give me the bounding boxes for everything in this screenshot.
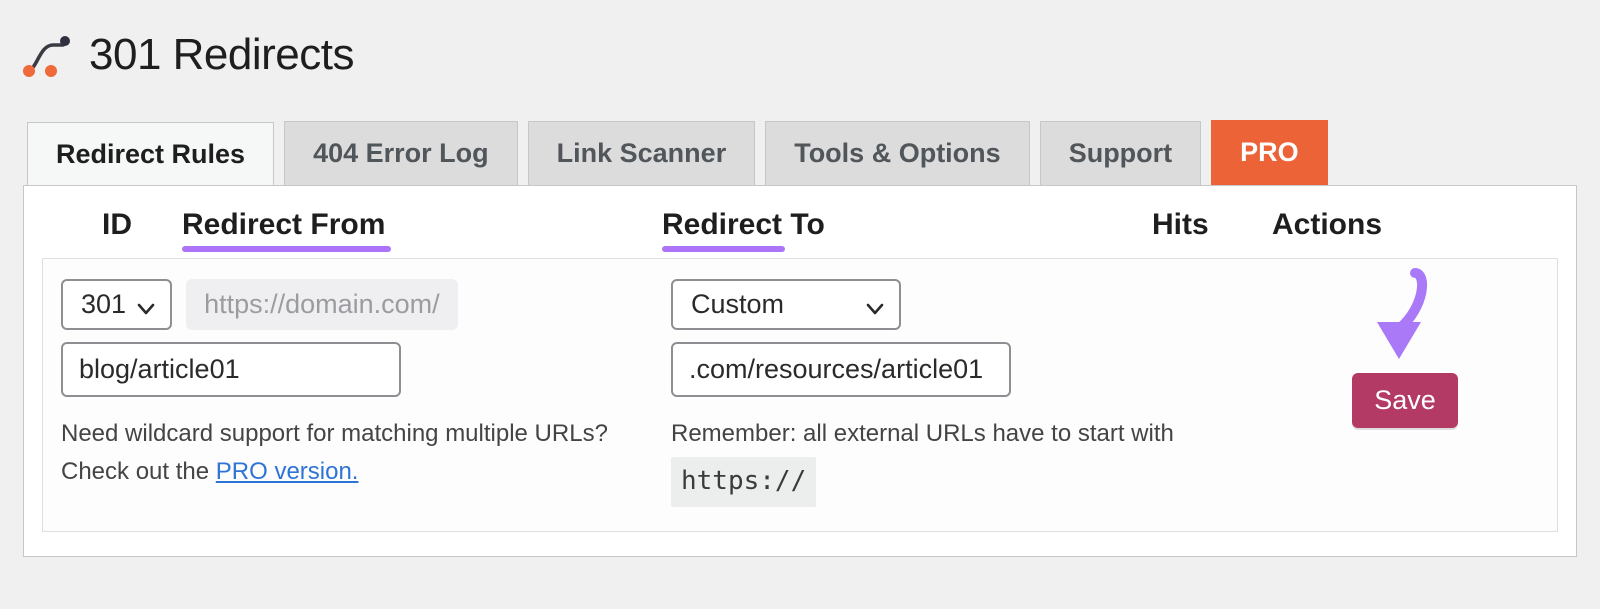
actions-cell: Save [1271, 279, 1539, 507]
highlight-underline [662, 246, 785, 252]
status-code-select[interactable]: 301 [61, 279, 172, 330]
page-title: 301 Redirects [89, 30, 354, 80]
tab-404-error-log[interactable]: 404 Error Log [284, 121, 518, 185]
col-redirect-from: Redirect From [182, 208, 385, 242]
redirect-from-cell: 301 https://domain.com/ Need wildcard su… [61, 279, 671, 507]
tab-pro[interactable]: PRO [1211, 120, 1328, 185]
status-code-value: 301 [81, 289, 126, 320]
col-redirect-to-label: Redirect To [662, 208, 825, 241]
to-line1: Custom [671, 279, 1271, 330]
domain-prefix-display: https://domain.com/ [186, 279, 458, 330]
tabs: Redirect Rules 404 Error Log Link Scanne… [23, 120, 1577, 185]
col-hits: Hits [1152, 208, 1209, 242]
save-button[interactable]: Save [1352, 373, 1458, 428]
chevron-down-icon [865, 295, 885, 315]
col-redirect-from-label: Redirect From [182, 208, 385, 241]
redirects-logo-icon [23, 31, 71, 79]
redirect-to-cell: Custom Remember: all external URLs have … [671, 279, 1271, 507]
tab-redirect-rules[interactable]: Redirect Rules [27, 122, 274, 186]
page-header: 301 Redirects [23, 20, 1577, 120]
col-id: ID [102, 208, 132, 242]
pro-version-link[interactable]: PRO version. [216, 458, 359, 485]
from-help-line2-prefix: Check out the [61, 458, 216, 485]
redirect-from-input[interactable] [61, 342, 401, 397]
to-help-code: https:// [671, 457, 816, 507]
tab-link-scanner[interactable]: Link Scanner [528, 121, 756, 185]
annotation-arrow-icon [1357, 267, 1437, 372]
redirect-to-input[interactable] [671, 342, 1011, 397]
rules-panel: ID Redirect From Redirect To Hits Action… [23, 185, 1577, 557]
col-actions: Actions [1272, 208, 1382, 242]
from-help-text: Need wildcard support for matching multi… [61, 415, 671, 492]
tab-support[interactable]: Support [1040, 121, 1201, 185]
tab-tools-options[interactable]: Tools & Options [765, 121, 1029, 185]
redirect-to-type-select[interactable]: Custom [671, 279, 901, 330]
redirect-to-type-value: Custom [691, 289, 784, 320]
chevron-down-icon [136, 295, 156, 315]
highlight-underline [182, 246, 391, 252]
to-help-prefix: Remember: all external URLs have to star… [671, 420, 1174, 447]
from-help-line1: Need wildcard support for matching multi… [61, 420, 608, 447]
from-line1: 301 https://domain.com/ [61, 279, 671, 330]
column-headers: ID Redirect From Redirect To Hits Action… [42, 208, 1558, 258]
to-help-text: Remember: all external URLs have to star… [671, 415, 1271, 507]
redirect-row: 301 https://domain.com/ Need wildcard su… [42, 258, 1558, 532]
col-redirect-to: Redirect To [662, 208, 825, 242]
